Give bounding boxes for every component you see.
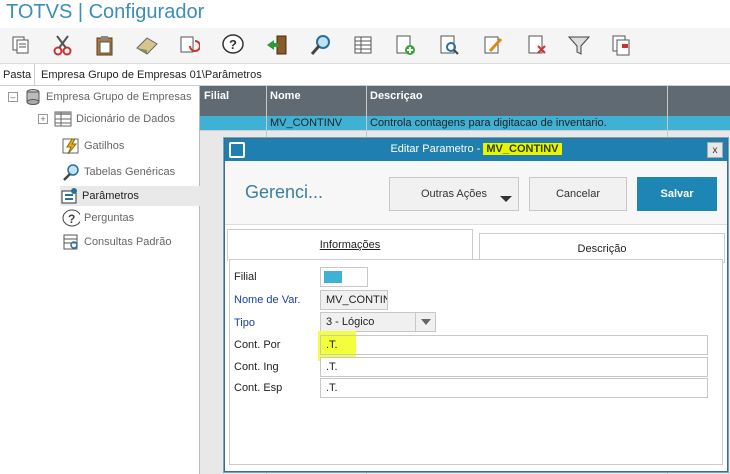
tree-node-parametros[interactable]: Parâmetros <box>60 186 200 206</box>
database-icon <box>24 88 42 106</box>
svg-text:?: ? <box>229 37 237 52</box>
chevron-down-icon <box>500 196 512 202</box>
cont-ing-label: Cont. Ing <box>234 361 279 373</box>
cont-esp-label: Cont. Esp <box>234 382 283 394</box>
cont-por-label: Cont. Por <box>234 339 281 351</box>
tree-label-tabelas: Tabelas Genéricas <box>84 166 176 178</box>
tree-node-tabelas[interactable]: Tabelas Genéricas <box>62 162 175 182</box>
paste-icon[interactable] <box>92 32 118 58</box>
tipo-select[interactable]: 3 - Lógico <box>320 312 436 332</box>
dialog-title-prefix: Editar Parametro - <box>390 143 484 155</box>
edit-icon[interactable] <box>480 32 506 58</box>
preview-icon[interactable] <box>436 32 462 58</box>
edit-parameter-dialog: Editar Parametro - MV_CONTINV x Gerenci.… <box>224 138 728 472</box>
parameters-icon <box>60 187 78 205</box>
tab-descricao-label: Descrição <box>577 243 627 255</box>
collapse-icon[interactable]: – <box>8 92 18 102</box>
table-icon <box>54 110 72 128</box>
more-actions-label: Outras Ações <box>420 188 488 200</box>
expand-icon[interactable]: + <box>38 114 48 124</box>
cell-descricao: Controla contagens para digitacao de inv… <box>370 117 607 129</box>
app-title-bar: TOTVS | Configurador <box>0 0 730 28</box>
nome-var-label: Nome de Var. <box>234 294 301 306</box>
tree-label-consultas: Consultas Padrão <box>84 236 172 248</box>
tree-node-consultas[interactable]: Consultas Padrão <box>62 232 171 252</box>
more-actions-button[interactable]: Outras Ações <box>389 177 519 211</box>
tree-panel: – Empresa Grupo de Empresas + Dicionário… <box>0 86 200 474</box>
tree-node-empresa[interactable]: – Empresa Grupo de Empresas <box>8 87 192 107</box>
nome-var-field[interactable]: MV_CONTINV <box>320 290 388 310</box>
copy-icon[interactable] <box>8 32 34 58</box>
col-filial-header[interactable]: Filial <box>204 90 229 102</box>
dialog-title-param: MV_CONTINV <box>483 143 562 155</box>
table-row-selected[interactable]: MV_CONTINV Controla contagens para digit… <box>200 116 730 131</box>
cont-esp-field[interactable]: .T. <box>320 378 708 398</box>
folder-path-bar: Pasta Empresa Grupo de Empresas 01\Parâm… <box>0 64 730 86</box>
query-icon <box>62 233 80 251</box>
tab-informacoes[interactable]: Informações <box>227 229 473 261</box>
trigger-icon <box>62 137 80 155</box>
col-descricao-header[interactable]: Descriçao <box>370 90 423 102</box>
dialog-tabs: Informações Descrição <box>225 225 727 263</box>
question-icon: ? <box>62 209 80 227</box>
filial-label: Filial <box>234 271 257 283</box>
col-nome-header[interactable]: Nome <box>270 90 301 102</box>
tipo-dropdown-button[interactable] <box>415 313 435 331</box>
scissors-icon[interactable] <box>50 32 76 58</box>
tree-label-empresa: Empresa Grupo de Empresas <box>46 91 192 103</box>
eraser-icon[interactable] <box>134 32 160 58</box>
tree-label-gatilhos: Gatilhos <box>84 140 125 152</box>
cell-nome: MV_CONTINV <box>270 117 343 129</box>
add-doc-icon[interactable] <box>392 32 418 58</box>
grid-icon[interactable] <box>350 32 376 58</box>
delete-doc-icon[interactable] <box>524 32 550 58</box>
close-icon[interactable]: x <box>707 142 723 158</box>
tree-label-dicionario: Dicionário de Dados <box>76 113 176 125</box>
help-icon[interactable]: ? <box>220 32 246 58</box>
save-button[interactable]: Salvar <box>637 177 717 211</box>
search-icon[interactable] <box>308 32 334 58</box>
tipo-label: Tipo <box>234 317 255 329</box>
svg-text:?: ? <box>68 212 75 226</box>
dialog-title: Editar Parametro - MV_CONTINV <box>225 143 727 155</box>
toolbar: ? <box>0 28 730 64</box>
tree-node-gatilhos[interactable]: Gatilhos <box>62 136 124 156</box>
tree-node-dicionario[interactable]: + Dicionário de Dados <box>38 109 175 129</box>
tipo-value: 3 - Lógico <box>326 316 375 328</box>
info-form: Filial Nome de Var. MV_CONTINV Tipo 3 - … <box>229 259 723 465</box>
refresh-icon[interactable] <box>176 32 202 58</box>
exit-icon[interactable] <box>264 32 290 58</box>
cancel-button[interactable]: Cancelar <box>529 177 627 211</box>
magnifier-icon <box>62 163 80 181</box>
cont-ing-field[interactable]: .T. <box>320 357 708 377</box>
tree-label-parametros: Parâmetros <box>82 190 139 202</box>
filial-field[interactable] <box>320 267 368 287</box>
app-title: TOTVS | Configurador <box>6 1 205 23</box>
tab-informacoes-label: Informações <box>319 239 381 251</box>
print-icon[interactable] <box>608 32 634 58</box>
dialog-heading: Gerenci... <box>245 182 324 202</box>
grid-header: Filial Nome Descriçao <box>200 86 730 116</box>
tree-label-perguntas: Perguntas <box>84 212 135 224</box>
cont-por-field[interactable]: .T. <box>320 335 708 355</box>
path-label: Pasta <box>3 69 32 81</box>
tree-node-perguntas[interactable]: ? Perguntas <box>62 208 134 228</box>
dialog-header: Gerenci... Outras Ações Cancelar Salvar <box>225 161 727 225</box>
dialog-title-bar: Editar Parametro - MV_CONTINV x <box>225 139 727 161</box>
chevron-down-icon <box>421 319 431 325</box>
filter-icon[interactable] <box>566 32 592 58</box>
path-field[interactable]: Empresa Grupo de Empresas 01\Parâmetros <box>34 64 730 86</box>
